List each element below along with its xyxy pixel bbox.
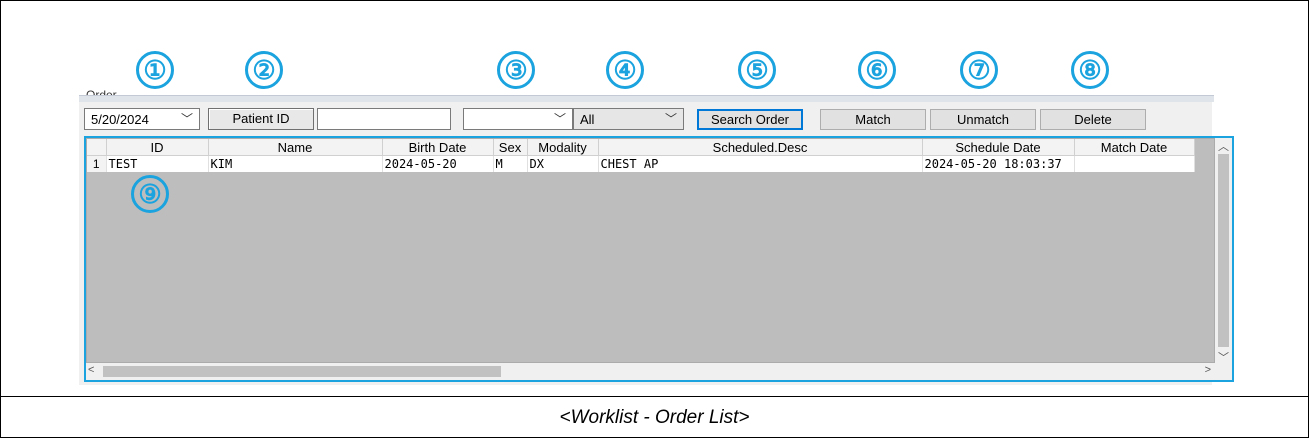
- col-match-date[interactable]: Match Date: [1074, 139, 1195, 156]
- col-name[interactable]: Name: [208, 139, 383, 156]
- unmatch-button[interactable]: Unmatch: [930, 109, 1036, 130]
- col-modality[interactable]: Modality: [527, 139, 599, 156]
- search-order-button[interactable]: Search Order: [697, 109, 803, 130]
- order-table: ID Name Birth Date Sex Modality Schedule…: [87, 139, 1195, 172]
- filter-combo-2-value: All: [580, 112, 595, 127]
- col-id[interactable]: ID: [106, 139, 209, 156]
- scroll-right-icon[interactable]: >: [1205, 364, 1211, 376]
- figure-caption: <Worklist - Order List>: [559, 407, 750, 428]
- col-scheduled-desc[interactable]: Scheduled.Desc: [598, 139, 923, 156]
- order-panel-title: Order: [84, 86, 119, 95]
- caption-divider: [1, 396, 1308, 397]
- filter-combo-2[interactable]: All ﹀: [573, 108, 684, 130]
- callout-2: ②: [245, 51, 283, 89]
- cell-scheduled-desc[interactable]: CHEST AP: [598, 155, 923, 172]
- cell-modality[interactable]: DX: [527, 155, 599, 172]
- filter-combo-1[interactable]: ﹀: [463, 108, 573, 130]
- date-value: 5/20/2024: [91, 112, 149, 127]
- patient-id-label: Patient ID: [208, 108, 314, 130]
- match-button[interactable]: Match: [820, 109, 926, 130]
- cell-schedule-date[interactable]: 2024-05-20 18:03:37: [922, 155, 1075, 172]
- scroll-left-icon[interactable]: <: [88, 364, 94, 376]
- callout-6: ⑥: [858, 51, 896, 89]
- cell-sex[interactable]: M: [493, 155, 528, 172]
- callout-3: ③: [497, 51, 535, 89]
- chevron-down-icon: ﹀: [553, 112, 566, 126]
- delete-button[interactable]: Delete: [1040, 109, 1146, 130]
- chevron-down-icon: ﹀: [664, 112, 677, 126]
- vertical-scroll-thumb[interactable]: [1218, 154, 1229, 347]
- row-number: 1: [87, 155, 107, 172]
- cell-birth-date[interactable]: 2024-05-20: [382, 155, 494, 172]
- col-schedule-date[interactable]: Schedule Date: [922, 139, 1075, 156]
- callout-4: ④: [606, 51, 644, 89]
- cell-id[interactable]: TEST: [106, 155, 209, 172]
- chevron-down-icon: ﹀: [180, 112, 193, 126]
- callout-5: ⑤: [738, 51, 776, 89]
- cell-name[interactable]: KIM: [208, 155, 383, 172]
- date-picker[interactable]: 5/20/2024 ﹀: [84, 108, 200, 130]
- col-birth-date[interactable]: Birth Date: [382, 139, 494, 156]
- col-sex[interactable]: Sex: [493, 139, 528, 156]
- horizontal-scroll-thumb[interactable]: [103, 366, 501, 377]
- callout-1: ①: [136, 51, 174, 89]
- callout-9: ⑨: [131, 175, 169, 213]
- grid-body: ID Name Birth Date Sex Modality Schedule…: [87, 139, 1214, 362]
- scroll-up-icon[interactable]: ︿: [1215, 138, 1232, 153]
- horizontal-scrollbar[interactable]: < >: [86, 363, 1232, 380]
- order-grid[interactable]: ID Name Birth Date Sex Modality Schedule…: [84, 136, 1234, 382]
- patient-id-input[interactable]: [317, 108, 451, 130]
- callout-7: ⑦: [960, 51, 998, 89]
- order-panel-header: [79, 95, 1214, 102]
- row-header-corner: [87, 139, 107, 156]
- callout-8: ⑧: [1071, 51, 1109, 89]
- scroll-down-icon[interactable]: ﹀: [1215, 349, 1232, 364]
- table-row[interactable]: 1 TEST KIM 2024-05-20 M DX CHEST AP 2024…: [87, 155, 1195, 172]
- grid-header-row: ID Name Birth Date Sex Modality Schedule…: [87, 139, 1195, 156]
- cell-match-date[interactable]: [1074, 155, 1195, 172]
- vertical-scrollbar[interactable]: ︿ ﹀: [1215, 138, 1232, 364]
